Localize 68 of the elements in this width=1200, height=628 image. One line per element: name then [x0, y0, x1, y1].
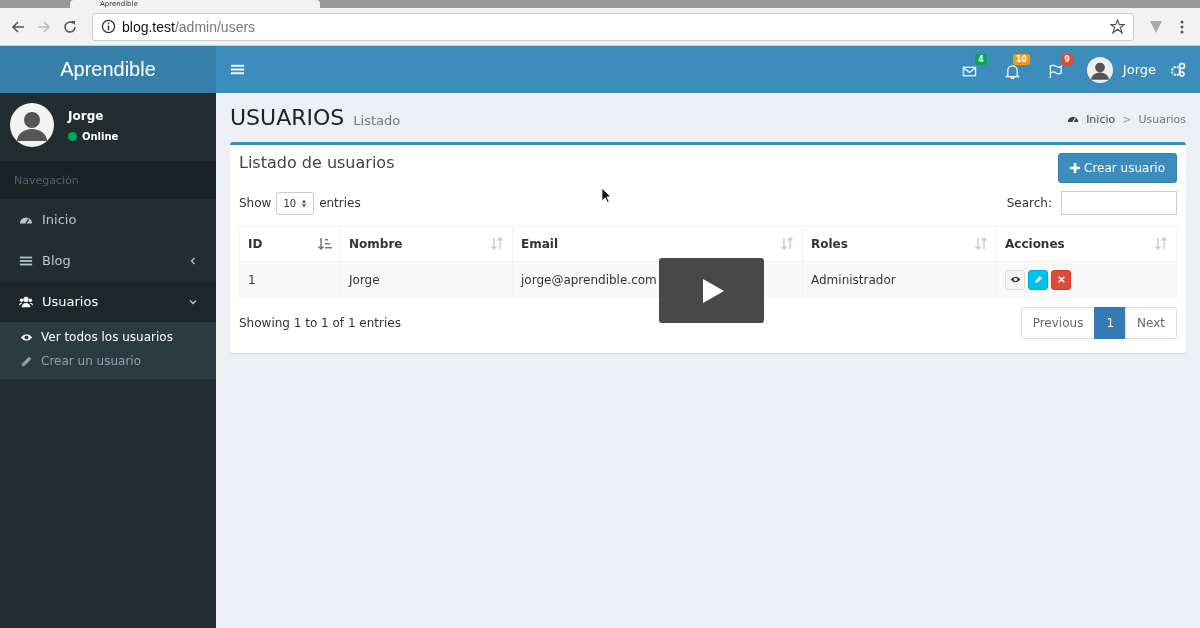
delete-button[interactable] [1051, 269, 1071, 290]
submenu-item[interactable]: Crear un usuario [0, 349, 216, 373]
plus-icon [1070, 163, 1081, 173]
table-cell: Administrador [802, 261, 997, 298]
sort-icon [974, 237, 988, 251]
mail-icon [961, 64, 977, 79]
breadcrumb-link[interactable]: Inicio [1086, 112, 1116, 126]
count-badge: 9 [1061, 54, 1073, 65]
sidebar-item[interactable]: Usuarios [0, 281, 216, 322]
search-field[interactable] [1061, 191, 1177, 215]
count-badge: 10 [1012, 54, 1030, 65]
close-icon [1055, 274, 1067, 285]
sort-icon [490, 237, 504, 251]
status-text: Online [82, 130, 119, 142]
column-header[interactable]: ID [239, 226, 341, 262]
url-text: blog.test/admin/users [122, 18, 257, 35]
box-title: Listado de usuarios [239, 153, 395, 172]
star-icon[interactable] [1110, 19, 1125, 34]
users-icon [19, 294, 33, 309]
settings-icon[interactable] [1170, 61, 1186, 78]
info-icon [101, 19, 116, 34]
pagination-button[interactable]: Next [1125, 307, 1177, 339]
table-info: Showing 1 to 1 of 1 entries [239, 316, 401, 330]
table-cell: Jorge [340, 261, 513, 298]
breadcrumb-separator: > [1122, 112, 1132, 126]
pencil-icon [1032, 274, 1044, 285]
cursor-icon [601, 187, 612, 204]
section-header: Navegación [14, 174, 79, 187]
sort-icon [1154, 237, 1168, 251]
submenu-item[interactable]: Ver todos los usuarios [0, 325, 216, 349]
user-menu[interactable]: Jorge [1086, 56, 1156, 83]
table-cell: 1 [239, 261, 341, 298]
reload-icon[interactable] [62, 18, 78, 35]
sidebar-item[interactable]: Blog [0, 240, 216, 281]
avatar-icon [10, 103, 54, 147]
create-user-button[interactable]: Crear usuario [1058, 153, 1177, 183]
column-header[interactable]: Acciones [996, 226, 1177, 262]
play-button[interactable] [659, 258, 764, 323]
page-size-select[interactable]: 10 [276, 191, 315, 215]
view-button[interactable] [1005, 269, 1025, 290]
page-title: USUARIOS [230, 105, 345, 130]
user-name: Jorge [68, 108, 105, 123]
pagination-button[interactable]: 1 [1094, 307, 1127, 339]
sidebar-item[interactable]: Inicio [0, 199, 216, 240]
pagination-button[interactable]: Previous [1020, 307, 1096, 339]
sort-ascending-icon [318, 237, 332, 251]
column-header[interactable]: Roles [802, 226, 997, 262]
back-icon[interactable] [10, 18, 26, 35]
search-label: Search: [1006, 196, 1052, 210]
status-dot-icon [68, 131, 77, 141]
chevron-left-icon [188, 255, 198, 266]
column-header[interactable]: Nombre [340, 226, 513, 262]
notification-button[interactable]: 9 [1043, 54, 1073, 85]
page-subtitle: Listado [353, 113, 401, 128]
show-label: Show [239, 196, 272, 210]
breadcrumb-current: Usuarios [1138, 112, 1186, 126]
eye-icon [1009, 274, 1021, 285]
pencil-icon [20, 354, 33, 368]
logo[interactable]: Aprendible [0, 46, 216, 93]
bell-icon [1004, 64, 1020, 79]
entries-label: entries [319, 196, 361, 210]
sort-arrows-icon [301, 198, 308, 208]
avatar-icon [1086, 56, 1113, 83]
sort-icon [780, 237, 794, 251]
address-bar[interactable]: blog.test/admin/users [92, 12, 1134, 41]
flag-icon [1047, 64, 1063, 79]
count-badge: 4 [975, 54, 987, 65]
menu-icon[interactable] [230, 62, 245, 77]
